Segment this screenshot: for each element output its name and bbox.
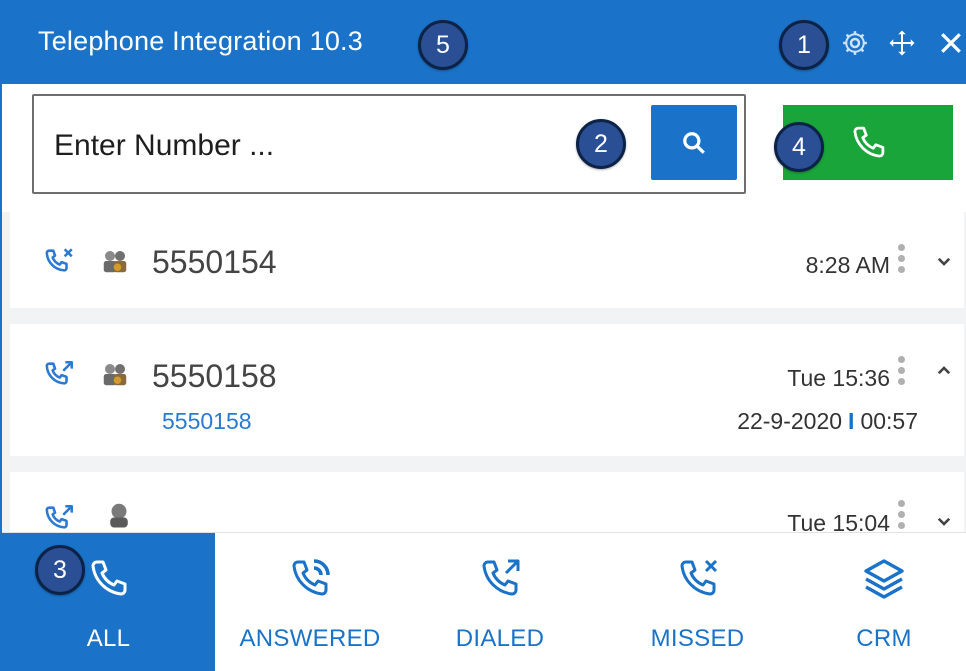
call-time: Tue 15:36 bbox=[787, 365, 890, 391]
call-row[interactable]: 5550154 8:28 AM bbox=[10, 212, 964, 308]
move-icon[interactable] bbox=[885, 26, 919, 60]
contact-icon bbox=[110, 503, 128, 528]
phone-outgoing-icon bbox=[45, 504, 74, 529]
tab-answered[interactable]: ANSWERED bbox=[215, 533, 405, 671]
call-detail-meta: 22-9-2020 I 00:57 bbox=[700, 408, 918, 435]
number-input[interactable] bbox=[54, 124, 554, 168]
close-icon[interactable] bbox=[934, 26, 966, 60]
tab-dialed[interactable]: DIALED bbox=[405, 533, 595, 671]
number-field-box[interactable] bbox=[32, 94, 746, 194]
chevron-up-icon[interactable] bbox=[935, 362, 953, 380]
call-time: Tue 15:04 bbox=[787, 510, 890, 532]
callout-badge-4: 4 bbox=[774, 122, 824, 172]
tab-label: CRM bbox=[856, 625, 912, 652]
call-row[interactable]: Tue 15:04 bbox=[10, 472, 964, 532]
phone-answered-icon bbox=[292, 559, 330, 596]
call-detail-number-link[interactable]: 5550158 bbox=[162, 408, 252, 435]
tab-all[interactable]: ALL bbox=[2, 533, 215, 671]
tab-label: ANSWERED bbox=[239, 625, 381, 652]
call-row[interactable]: 5550158 Tue 15:36 5550158 22-9-2020 I 00:5… bbox=[10, 324, 964, 456]
search-button[interactable] bbox=[651, 105, 737, 180]
tab-label: MISSED bbox=[650, 625, 745, 652]
more-options-icon[interactable] bbox=[898, 356, 906, 389]
gear-icon[interactable] bbox=[838, 26, 872, 60]
callout-badge-2: 2 bbox=[576, 119, 626, 169]
call-duration: 00:57 bbox=[860, 408, 918, 434]
chevron-down-icon[interactable] bbox=[935, 512, 953, 530]
contact-group-icon bbox=[103, 364, 127, 386]
more-options-icon[interactable] bbox=[898, 244, 906, 277]
call-time: 8:28 AM bbox=[805, 252, 890, 278]
call-list[interactable]: 5550154 8:28 AM 5550158 Tue 15:36 555015… bbox=[2, 212, 966, 532]
window-title: Telephone Integration 10.3 bbox=[38, 26, 363, 56]
phone-outgoing-icon bbox=[45, 360, 74, 385]
callout-badge-3: 3 bbox=[35, 545, 85, 595]
callout-badge-5: 5 bbox=[418, 20, 468, 70]
call-number: 5550154 bbox=[152, 244, 277, 280]
phone-icon bbox=[91, 560, 126, 596]
more-options-icon[interactable] bbox=[898, 500, 906, 532]
layers-icon bbox=[864, 559, 904, 599]
meta-separator: I bbox=[848, 408, 855, 434]
tab-crm[interactable]: CRM bbox=[800, 533, 966, 671]
tab-label: ALL bbox=[86, 625, 131, 652]
telephone-integration-window: Telephone Integration 10.3 Enter Number … bbox=[0, 0, 966, 671]
phone-icon bbox=[853, 126, 885, 158]
call-date: 22-9-2020 bbox=[737, 408, 843, 434]
tab-label: DIALED bbox=[455, 625, 545, 652]
search-icon bbox=[683, 131, 705, 154]
phone-missed-icon bbox=[680, 559, 717, 596]
tab-missed[interactable]: MISSED bbox=[595, 533, 800, 671]
phone-missed-icon bbox=[45, 248, 73, 272]
phone-outgoing-icon bbox=[482, 559, 520, 596]
call-number: 5550158 bbox=[152, 358, 277, 394]
callout-badge-1: 1 bbox=[779, 20, 829, 70]
chevron-down-icon[interactable] bbox=[935, 252, 953, 270]
contact-group-icon bbox=[103, 251, 127, 273]
filter-tab-bar: ALL ANSWERED DIALED MISSED CRM bbox=[2, 532, 966, 671]
